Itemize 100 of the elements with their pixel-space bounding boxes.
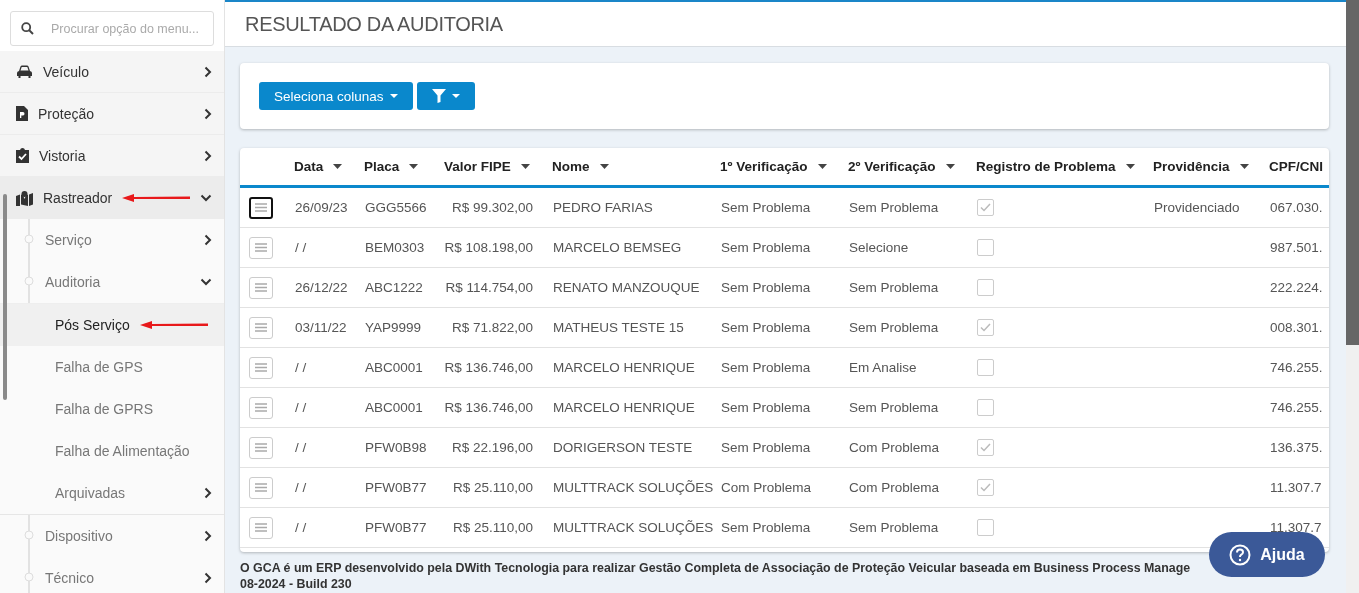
table-cell: / / bbox=[295, 400, 307, 415]
table-cell: MARCELO HENRIQUE bbox=[553, 400, 695, 415]
sort-caret-icon[interactable] bbox=[1239, 164, 1249, 169]
chevron-right-icon bbox=[204, 149, 212, 162]
column-header[interactable]: CPF/CNI bbox=[1269, 159, 1323, 174]
checkbox[interactable] bbox=[977, 399, 994, 416]
table-cell: / / bbox=[295, 480, 307, 495]
scrollbar[interactable] bbox=[1346, 0, 1359, 345]
checkbox[interactable] bbox=[977, 479, 994, 496]
menu-icon bbox=[255, 363, 267, 372]
caret-icon bbox=[389, 94, 398, 98]
table-cell: BEM0303 bbox=[365, 240, 425, 255]
table-cell: / / bbox=[295, 440, 307, 455]
row-menu-button[interactable] bbox=[249, 196, 273, 219]
table-cell: GGG5566 bbox=[365, 200, 427, 215]
clipboard-check-icon bbox=[16, 148, 29, 163]
table-cell: 746.255. bbox=[1270, 400, 1323, 415]
map-marker-icon bbox=[16, 190, 33, 206]
menu-item[interactable]: Auditoria bbox=[45, 274, 200, 290]
sort-caret-icon[interactable] bbox=[945, 164, 955, 169]
table-cell: PEDRO FARIAS bbox=[553, 200, 653, 215]
table-cell: R$ 25.110,00 bbox=[452, 520, 533, 535]
table-cell: Sem Problema bbox=[721, 320, 811, 335]
checkbox[interactable] bbox=[977, 359, 994, 376]
table-cell: / / bbox=[295, 360, 307, 375]
column-header[interactable]: Registro de Problema bbox=[976, 159, 1116, 174]
filter-button[interactable] bbox=[416, 82, 475, 110]
column-header[interactable]: 1º Verificação bbox=[720, 159, 808, 174]
table-cell: 067.030. bbox=[1270, 200, 1323, 215]
table-cell: YAP9999 bbox=[365, 320, 422, 335]
menu-item[interactable]: Arquivadas bbox=[55, 485, 194, 501]
sort-caret-icon[interactable] bbox=[599, 164, 609, 169]
menu-item[interactable]: Falha de GPRS bbox=[55, 401, 154, 417]
caret-icon bbox=[451, 94, 460, 98]
sort-caret-icon[interactable] bbox=[333, 164, 343, 169]
table-cell: PFW0B77 bbox=[365, 520, 427, 535]
select-columns-button[interactable]: Seleciona colunas bbox=[259, 82, 413, 110]
table-cell: Sem Problema bbox=[721, 200, 811, 215]
column-header[interactable]: Data bbox=[294, 159, 324, 174]
check-icon bbox=[980, 483, 991, 492]
table-cell: R$ 108.198,00 bbox=[444, 240, 533, 255]
table-cell: MULTTRACK SOLUÇÕES bbox=[553, 520, 714, 535]
check-icon bbox=[980, 203, 991, 212]
document-icon bbox=[16, 106, 28, 121]
menu-item[interactable]: Pós Serviço bbox=[55, 317, 130, 333]
table-cell: Com Problema bbox=[849, 480, 940, 495]
table-cell: Sem Problema bbox=[721, 520, 811, 535]
help-button[interactable]: Ajuda bbox=[1209, 532, 1325, 577]
table-cell: 03/11/22 bbox=[295, 320, 347, 335]
menu-item[interactable]: Falha de Alimentação bbox=[55, 443, 190, 459]
checkbox[interactable] bbox=[977, 279, 994, 296]
table-cell: ABC0001 bbox=[365, 360, 423, 375]
search-field[interactable]: Procurar opção do menu... bbox=[10, 11, 214, 46]
checkbox[interactable] bbox=[977, 199, 994, 216]
scrollbar[interactable] bbox=[3, 194, 7, 400]
chevron-right-icon bbox=[204, 234, 212, 246]
menu-item[interactable]: Falha de GPS bbox=[55, 359, 143, 375]
menu-icon bbox=[255, 483, 267, 492]
table-cell: / / bbox=[295, 520, 307, 535]
table-cell: ABC0001 bbox=[365, 400, 423, 415]
table-cell: Selecione bbox=[849, 240, 909, 255]
car-icon bbox=[16, 64, 33, 79]
column-header[interactable]: Nome bbox=[552, 159, 590, 174]
table-cell: Sem Problema bbox=[721, 240, 811, 255]
menu-icon bbox=[255, 243, 267, 252]
table-cell: Providenciado bbox=[1154, 200, 1240, 215]
table-cell: 008.301. bbox=[1270, 320, 1323, 335]
sort-caret-icon[interactable] bbox=[817, 164, 827, 169]
menu-item[interactable]: Serviço bbox=[45, 232, 204, 248]
column-header[interactable]: Providência bbox=[1153, 159, 1230, 174]
column-header[interactable]: Valor FIPE bbox=[444, 159, 511, 174]
chevron-right-icon bbox=[204, 107, 212, 120]
menu-icon bbox=[255, 403, 267, 412]
column-header[interactable]: 2º Verificação bbox=[848, 159, 936, 174]
help-icon bbox=[1229, 543, 1252, 566]
menu-item[interactable]: Técnico bbox=[45, 570, 204, 586]
column-header[interactable]: Placa bbox=[364, 159, 400, 174]
menu-item[interactable]: Rastreador bbox=[43, 190, 113, 206]
table-cell: 26/09/23 bbox=[295, 200, 348, 215]
sort-caret-icon[interactable] bbox=[409, 164, 419, 169]
menu-item[interactable]: Vistoria bbox=[39, 147, 86, 164]
sort-caret-icon[interactable] bbox=[520, 164, 530, 169]
chevron-right-icon bbox=[204, 572, 212, 584]
menu-item[interactable]: Dispositivo bbox=[45, 528, 204, 544]
checkbox[interactable] bbox=[977, 439, 994, 456]
table-cell: R$ 71.822,00 bbox=[451, 320, 533, 335]
table-cell: 222.224. bbox=[1270, 280, 1323, 295]
table-cell: Com Problema bbox=[849, 440, 940, 455]
sort-caret-icon[interactable] bbox=[1125, 164, 1135, 169]
table-cell: Sem Problema bbox=[721, 280, 811, 295]
checkbox[interactable] bbox=[977, 319, 994, 336]
menu-item[interactable]: Proteção bbox=[38, 105, 95, 122]
table-cell: DORIGERSON TESTE bbox=[553, 440, 693, 455]
table-cell: Sem Problema bbox=[721, 400, 811, 415]
table-cell: 136.375. bbox=[1270, 440, 1323, 455]
checkbox[interactable] bbox=[977, 519, 994, 536]
chevron-right-icon bbox=[204, 65, 212, 78]
checkbox[interactable] bbox=[977, 239, 994, 256]
menu-item[interactable]: Veículo bbox=[43, 63, 89, 80]
chevron-right-icon bbox=[204, 530, 212, 542]
